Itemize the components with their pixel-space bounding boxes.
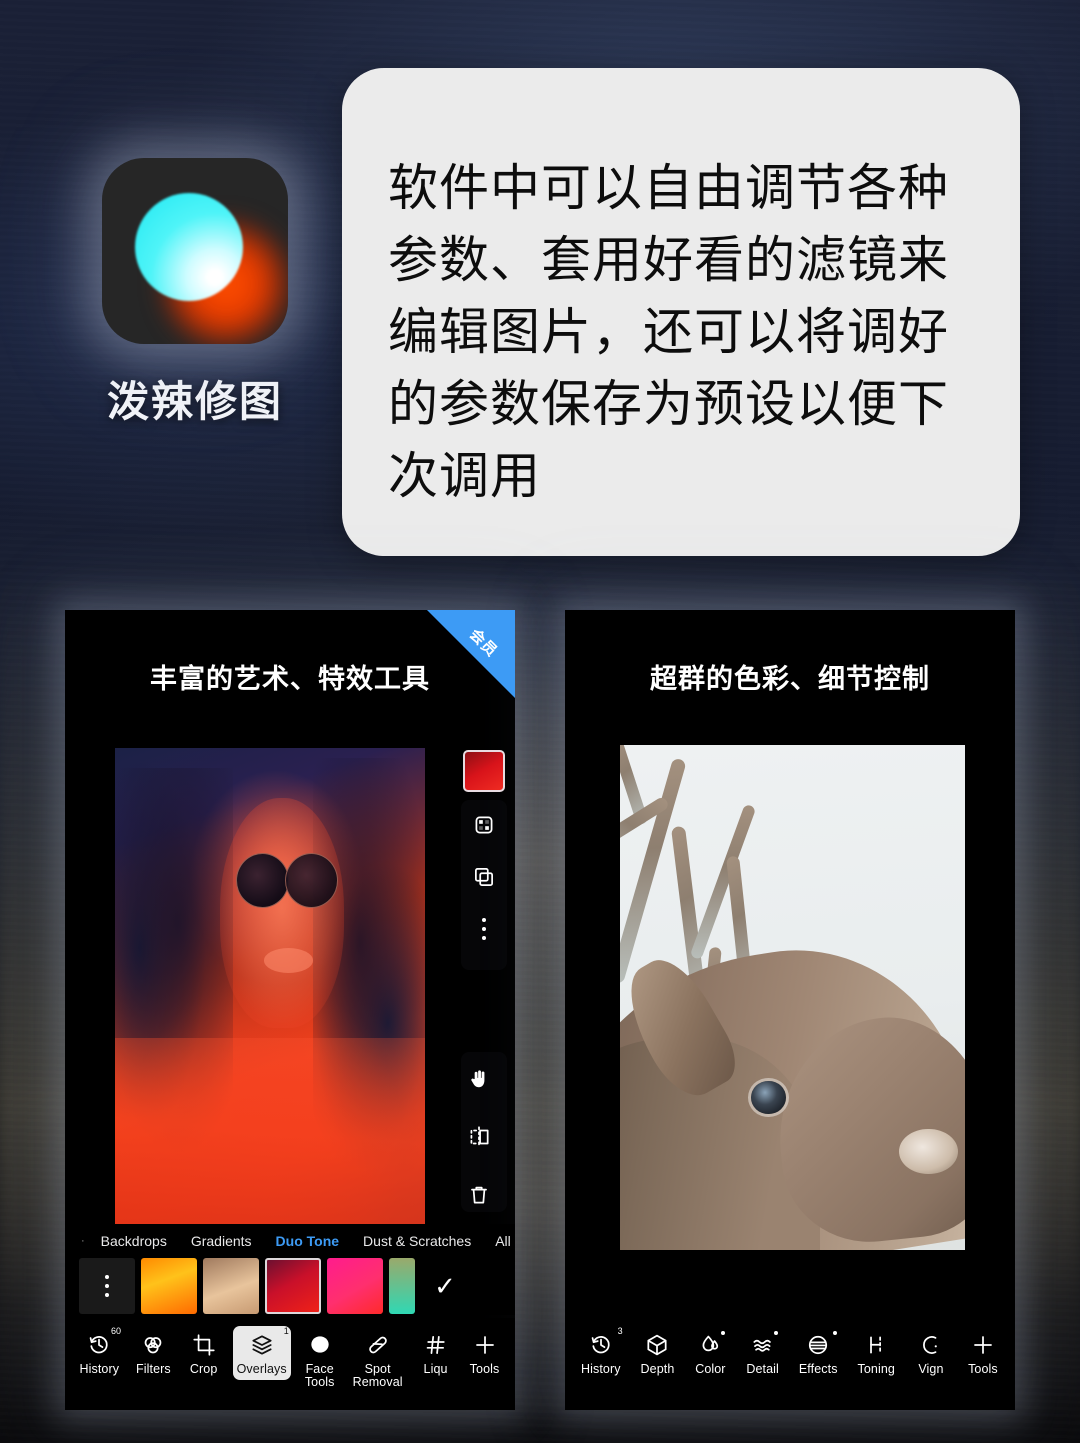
tool-label: Vign	[918, 1362, 944, 1376]
pan-hand-icon[interactable]	[460, 1060, 498, 1098]
deer-eye-shape	[751, 1080, 786, 1114]
tab-duo-tone[interactable]: Duo Tone	[264, 1233, 352, 1249]
coat-shape	[115, 1038, 425, 1248]
tool-crop[interactable]: Crop	[184, 1326, 224, 1380]
screenshot-card-right: 超群的色彩、细节控制 3 History Depth Color Detail …	[565, 610, 1015, 1410]
tool-label: Toning	[857, 1362, 895, 1376]
overlays-badge: 1	[283, 1326, 289, 1336]
overlay-category-tabs: · Backdrops Gradients Duo Tone Dust & Sc…	[65, 1224, 515, 1258]
polarr-app-icon[interactable]	[102, 158, 288, 344]
duotone-portrait-photo	[115, 748, 425, 1248]
overlays-icon	[252, 1335, 272, 1355]
tool-label: Face Tools	[304, 1362, 335, 1389]
deer-photo	[620, 745, 965, 1250]
tool-label: Filters	[136, 1362, 171, 1376]
tool-depth[interactable]: Depth	[637, 1326, 679, 1380]
liquify-icon	[426, 1336, 445, 1354]
face-shape	[220, 798, 345, 1028]
right-bottom-toolbar: 3 History Depth Color Detail Effects Ton…	[565, 1318, 1015, 1410]
lens-left	[235, 853, 290, 908]
history-badge: 60	[111, 1326, 122, 1336]
spot-removal-icon	[368, 1336, 387, 1354]
history-badge: 3	[617, 1326, 623, 1336]
vignette-icon	[922, 1336, 937, 1354]
app-name-label: 泼辣修图	[106, 378, 283, 425]
tool-history[interactable]: 3 History	[577, 1326, 625, 1380]
toning-icon	[870, 1336, 882, 1354]
deer-nose-shape	[899, 1128, 959, 1175]
effects-modified-dot	[832, 1331, 837, 1335]
tool-filters[interactable]: Filters	[132, 1326, 175, 1380]
tool-label: Tools	[968, 1362, 998, 1376]
tool-spot-removal[interactable]: Spot Removal	[349, 1326, 407, 1393]
tool-rail-top	[463, 750, 505, 948]
depth-icon	[647, 1334, 668, 1356]
card-title-right: 超群的色彩、细节控制	[650, 664, 930, 694]
tab-all[interactable]: All	[483, 1233, 515, 1249]
confirm-check-button[interactable]: ✓	[421, 1258, 469, 1314]
tool-face-tools[interactable]: Face Tools	[300, 1326, 340, 1393]
mirror-flip-icon[interactable]	[460, 1118, 498, 1156]
swatch-menu[interactable]	[79, 1258, 135, 1314]
lips-shape	[263, 948, 314, 973]
history-icon	[89, 1336, 108, 1354]
color-icon	[702, 1335, 719, 1352]
more-options-icon[interactable]	[465, 910, 503, 948]
tool-label: Spot Removal	[352, 1362, 403, 1389]
tool-label: Depth	[640, 1362, 675, 1376]
lens-right	[285, 853, 339, 908]
swatch-teal[interactable]	[389, 1258, 415, 1314]
tool-label: Liqu	[423, 1362, 448, 1376]
description-text: 软件中可以自由调节各种参数、套用好看的滤镜来编辑图片，还可以将调好的参数保存为预…	[388, 160, 949, 504]
detail-icon	[753, 1339, 771, 1352]
tool-label: Tools	[469, 1362, 500, 1376]
tool-label: Crop	[189, 1362, 218, 1376]
detail-modified-dot	[773, 1331, 778, 1335]
app-identity: 泼辣修图	[60, 158, 330, 429]
tool-label: History	[79, 1362, 120, 1376]
tool-label: Overlays	[236, 1362, 287, 1376]
tool-vignette[interactable]: Vign	[911, 1326, 951, 1380]
swatch-tan[interactable]	[203, 1258, 259, 1314]
duplicate-layer-icon[interactable]	[465, 858, 503, 896]
tool-tools[interactable]: Tools	[465, 1326, 505, 1380]
left-bottom-toolbar: 60 History Filters Crop 1 Overlays Face …	[65, 1318, 515, 1410]
tool-label: Detail	[746, 1362, 779, 1376]
member-ribbon: 会员	[427, 610, 515, 698]
tool-liquify[interactable]: Liqu	[416, 1326, 456, 1380]
tab-scroll-indicator[interactable]: ·	[77, 1235, 89, 1247]
swatch-magenta[interactable]	[327, 1258, 383, 1314]
crop-icon	[193, 1334, 215, 1356]
tool-color[interactable]: Color	[690, 1326, 730, 1380]
swatch-orange[interactable]	[141, 1258, 197, 1314]
effects-icon	[809, 1335, 828, 1355]
plus-icon	[974, 1336, 992, 1354]
color-modified-dot	[721, 1331, 726, 1335]
tool-label: Color	[695, 1362, 726, 1376]
description-bubble: 软件中可以自由调节各种参数、套用好看的滤镜来编辑图片，还可以将调好的参数保存为预…	[342, 68, 1020, 556]
tool-toning[interactable]: Toning	[854, 1326, 899, 1380]
tab-gradients[interactable]: Gradients	[179, 1233, 264, 1249]
tool-label: History	[580, 1362, 621, 1376]
history-icon	[591, 1336, 610, 1354]
tool-history[interactable]: 60 History	[75, 1326, 123, 1380]
face-tools-icon	[311, 1336, 329, 1353]
filters-icon	[145, 1337, 162, 1354]
delete-icon[interactable]	[460, 1176, 498, 1214]
color-swatch-red[interactable]	[463, 750, 505, 792]
tab-backdrops[interactable]: Backdrops	[89, 1233, 179, 1249]
tool-effects[interactable]: Effects	[795, 1326, 842, 1380]
swatch-crimson[interactable]	[265, 1258, 321, 1314]
tool-label: Effects	[798, 1362, 838, 1376]
screenshot-card-left: 会员 丰富的艺术、特效工具 · Backdrops Gradients Duo …	[65, 610, 515, 1410]
tool-detail[interactable]: Detail	[742, 1326, 783, 1380]
tab-dust-scratches[interactable]: Dust & Scratches	[351, 1233, 483, 1249]
cyan-circle-shape	[135, 193, 243, 301]
tool-overlays[interactable]: 1 Overlays	[232, 1326, 291, 1380]
sunglasses-shape	[235, 853, 339, 908]
overlay-swatch-strip: ✓	[65, 1257, 515, 1315]
checkerboard-icon[interactable]	[465, 806, 503, 844]
tool-tools[interactable]: Tools	[963, 1326, 1003, 1380]
plus-icon	[475, 1336, 494, 1354]
